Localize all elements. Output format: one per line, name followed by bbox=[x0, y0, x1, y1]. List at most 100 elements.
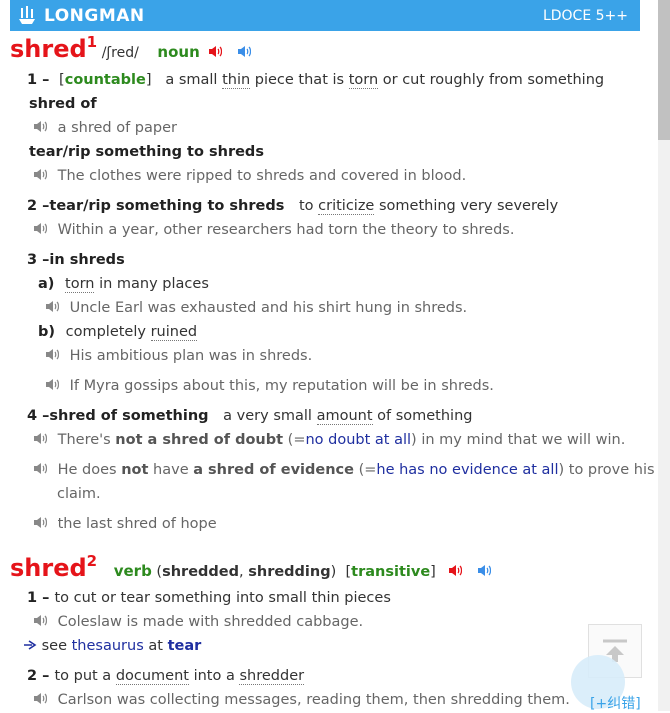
dict-link-torn[interactable]: torn bbox=[65, 276, 95, 293]
inflection-separator: , bbox=[239, 564, 249, 580]
example-collocation: not a shred of doubt bbox=[115, 432, 284, 448]
example-text: the last shred of hope bbox=[57, 516, 217, 532]
longman-logo: LONGMAN bbox=[18, 5, 145, 26]
verb-sense-1-definition: 1 – to cut or tear something into small … bbox=[27, 590, 391, 606]
example-sentence: Uncle Earl was exhausted and his shirt h… bbox=[45, 300, 467, 316]
sense-2-definition: 2 –tear/rip something to shreds to criti… bbox=[27, 198, 559, 215]
example-text: Coleslaw is made with shredded cabbage. bbox=[57, 614, 364, 630]
example-sentence: the last shred of hope bbox=[33, 516, 217, 532]
example-sentence: Carlson was collecting messages, reading… bbox=[33, 692, 570, 708]
example-audio-icon[interactable] bbox=[33, 516, 47, 529]
example-text: His ambitious plan was in shreds. bbox=[69, 348, 313, 364]
scrollbar-thumb[interactable] bbox=[658, 0, 670, 140]
homograph-number: 1 bbox=[86, 33, 98, 51]
grammar-code: transitive bbox=[351, 564, 431, 580]
definition-part: piece that is bbox=[250, 72, 349, 88]
dict-link-thin[interactable]: thin bbox=[222, 72, 251, 89]
thesaurus-crossref: see thesaurus at tear bbox=[24, 638, 201, 654]
example-collocation: not bbox=[121, 462, 149, 478]
sense-number: 2 bbox=[27, 198, 38, 214]
dictionary-header: LONGMAN LDOCE 5++ bbox=[10, 0, 640, 31]
dict-link-document[interactable]: document bbox=[115, 668, 189, 685]
sense-3-heading: 3 –in shreds bbox=[27, 252, 125, 268]
definition-part: a small bbox=[165, 72, 223, 88]
dict-link-amount[interactable]: amount bbox=[316, 408, 373, 425]
example-text: Carlson was collecting messages, reading… bbox=[57, 692, 570, 708]
example-text: Within a year, other researchers had tor… bbox=[57, 222, 515, 238]
dict-link-shredder[interactable]: shredder bbox=[239, 668, 305, 685]
crossref-text: at bbox=[143, 638, 168, 654]
sense-number: 4 bbox=[27, 408, 38, 424]
example-text: (= bbox=[283, 432, 306, 448]
inflection-past: shredded bbox=[162, 564, 240, 580]
example-audio-icon[interactable] bbox=[33, 692, 47, 705]
sense-number: 1 bbox=[27, 590, 38, 606]
definition-part: a very small bbox=[223, 408, 317, 424]
example-audio-icon[interactable] bbox=[33, 432, 47, 445]
example-audio-icon[interactable] bbox=[33, 462, 47, 475]
example-text: If Myra gossips about this, my reputatio… bbox=[69, 378, 494, 394]
dict-link-ruined[interactable]: ruined bbox=[150, 324, 198, 341]
example-text: Uncle Earl was exhausted and his shirt h… bbox=[69, 300, 468, 316]
sense-1-definition: 1 – [countable] a small thin piece that … bbox=[27, 72, 605, 89]
example-sentence: Coleslaw is made with shredded cabbage. bbox=[33, 614, 363, 630]
example-audio-icon[interactable] bbox=[33, 168, 47, 181]
example-text: There's bbox=[57, 432, 116, 448]
dict-link-criticize[interactable]: criticize bbox=[318, 198, 375, 215]
pronunciation: /ʃred/ bbox=[101, 45, 139, 61]
example-collocation: a shred of evidence bbox=[193, 462, 354, 478]
sense-number: 3 bbox=[27, 252, 38, 268]
headword-text: shred bbox=[10, 35, 87, 63]
homograph-number: 2 bbox=[86, 552, 98, 570]
american-audio-icon[interactable] bbox=[237, 45, 251, 58]
example-text: He does bbox=[57, 462, 122, 478]
example-sentence: Within a year, other researchers had tor… bbox=[33, 222, 514, 238]
definition-part: of something bbox=[372, 408, 473, 424]
sense-lexical-unit: shred of something bbox=[49, 408, 209, 424]
example-audio-icon[interactable] bbox=[45, 348, 59, 361]
example-sentence: He does not have a shred of evidence (=h… bbox=[33, 462, 655, 478]
subsense-label: a) bbox=[38, 276, 55, 292]
example-audio-icon[interactable] bbox=[33, 614, 47, 627]
example-audio-icon[interactable] bbox=[45, 300, 59, 313]
inflection-paren: ) bbox=[330, 564, 337, 580]
sense-4-definition: 4 –shred of something a very small amoun… bbox=[27, 408, 473, 425]
example-audio-icon[interactable] bbox=[45, 378, 59, 391]
crossref-tear-link[interactable]: tear bbox=[168, 638, 202, 654]
arrow-icon bbox=[24, 640, 37, 650]
sense-lexical-unit: tear/rip something to shreds bbox=[49, 198, 285, 214]
gloss-text: no doubt at all bbox=[305, 432, 412, 448]
definition-part: into a bbox=[188, 668, 240, 684]
verb-sense-2-definition: 2 – to put a document into a shredder bbox=[27, 668, 305, 685]
headword: shred2 bbox=[10, 552, 98, 582]
headword-text: shred bbox=[10, 554, 87, 582]
definition-part: to put a bbox=[54, 668, 116, 684]
american-audio-icon[interactable] bbox=[477, 564, 492, 577]
grammar-code: countable bbox=[64, 72, 146, 88]
inflection-paren: ( bbox=[151, 564, 163, 580]
brand-name: LONGMAN bbox=[44, 5, 145, 26]
example-text: have bbox=[148, 462, 194, 478]
example-audio-icon[interactable] bbox=[33, 120, 47, 133]
example-sentence: There's not a shred of doubt (=no doubt … bbox=[33, 432, 625, 448]
report-error-link[interactable]: [+纠错] bbox=[590, 693, 641, 713]
part-of-speech: noun bbox=[157, 43, 200, 61]
headword: shred1 bbox=[10, 33, 98, 63]
thesaurus-link[interactable]: thesaurus bbox=[72, 638, 144, 654]
example-audio-icon[interactable] bbox=[33, 222, 47, 235]
british-audio-icon[interactable] bbox=[448, 564, 463, 577]
example-sentence: His ambitious plan was in shreds. bbox=[45, 348, 312, 364]
sense-lexical-unit: in shreds bbox=[49, 252, 125, 268]
example-text: a shred of paper bbox=[57, 120, 177, 136]
british-audio-icon[interactable] bbox=[208, 45, 223, 58]
inflection-ing: shredding bbox=[248, 564, 331, 580]
example-sentence: The clothes were ripped to shreds and co… bbox=[33, 168, 466, 184]
gloss-text: he has no evidence at all bbox=[376, 462, 559, 478]
example-sentence: If Myra gossips about this, my reputatio… bbox=[45, 378, 494, 394]
definition-part: something very severely bbox=[374, 198, 559, 214]
dict-link-torn[interactable]: torn bbox=[348, 72, 379, 89]
entry2-headline: shred2 verb (shredded, shredding) [trans… bbox=[10, 552, 492, 582]
ship-icon bbox=[19, 5, 35, 24]
sense-number: 1 bbox=[27, 72, 38, 88]
crossref-text: see bbox=[41, 638, 72, 654]
